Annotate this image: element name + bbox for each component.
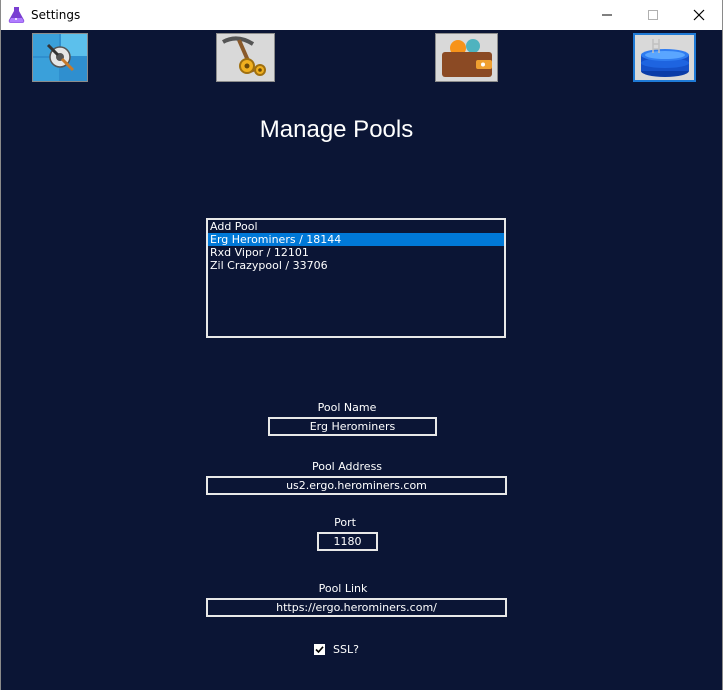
settings-panel: Manage Pools Add Pool Erg Herominers / 1… [1,30,722,690]
pool-list-item[interactable]: Rxd Vipor / 12101 [208,246,504,259]
close-button[interactable] [676,0,722,30]
checkmark-icon [315,646,324,654]
wallet-icon [436,34,497,81]
close-icon [693,9,705,21]
app-flask-icon [8,6,26,24]
pickaxe-gears-icon [217,34,274,81]
pool-list-item[interactable]: Zil Crazypool / 33706 [208,259,504,272]
window-right-edge [722,0,723,690]
page-title: Manage Pools [259,116,414,143]
port-input[interactable] [317,532,378,551]
port-label: Port [334,516,356,529]
pool-name-input[interactable] [268,417,437,436]
pool-address-label: Pool Address [311,460,383,473]
nav-wallet-button[interactable] [435,33,498,82]
pool-icon [635,35,694,80]
minimize-button[interactable] [584,0,630,30]
ssl-checkbox-row[interactable]: SSL? [314,643,359,656]
nav-mining-button[interactable] [216,33,275,82]
windows-settings-icon [33,34,87,81]
pool-address-input[interactable] [206,476,507,495]
maximize-icon [648,10,658,20]
nav-system-settings-button[interactable] [32,33,88,82]
ssl-label: SSL? [333,643,359,656]
pool-link-input[interactable] [206,598,507,617]
pool-list-item[interactable]: Erg Herominers / 18144 [208,233,504,246]
ssl-checkbox[interactable] [314,644,325,655]
pool-link-label: Pool Link [318,582,368,595]
maximize-button[interactable] [630,0,676,30]
minimize-icon [602,14,612,16]
pool-name-label: Pool Name [317,401,377,414]
title-bar: Settings [0,0,724,30]
nav-pools-button[interactable] [633,33,696,82]
pool-list[interactable]: Add Pool Erg Herominers / 18144 Rxd Vipo… [206,218,506,338]
window-title: Settings [31,8,81,22]
pool-list-item-add[interactable]: Add Pool [208,220,504,233]
